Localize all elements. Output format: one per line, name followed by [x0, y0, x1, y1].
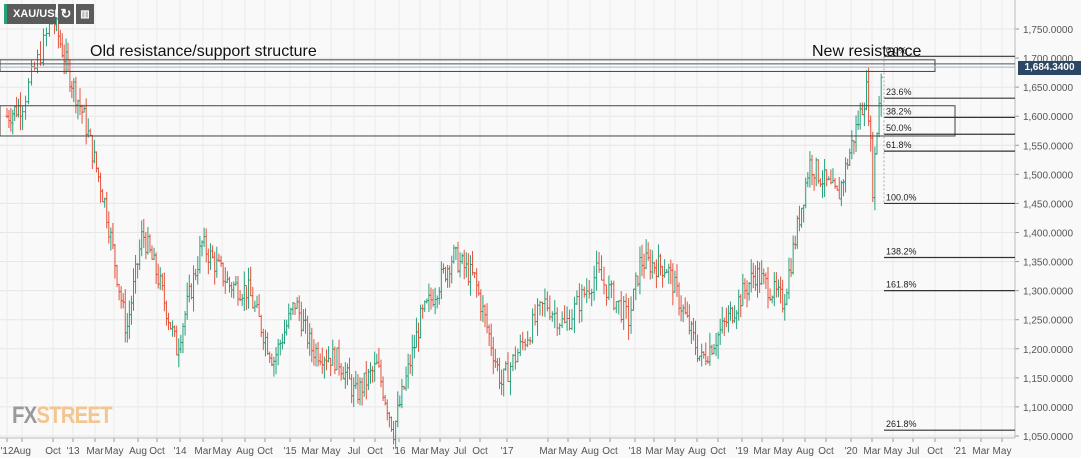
- fib-level-label: 100.0%: [886, 192, 917, 202]
- x-tick-label: May: [213, 446, 232, 457]
- x-tick-label: Mar: [972, 446, 990, 457]
- refresh-icon[interactable]: ↻: [58, 4, 74, 24]
- x-tick-label: Oct: [818, 446, 834, 457]
- fib-level-label: 161.8%: [886, 280, 917, 290]
- x-tick-label: Mar: [411, 446, 429, 457]
- y-tick-label: 1,250.0000: [1023, 316, 1073, 327]
- x-tick-label: Oct: [367, 446, 383, 457]
- fxstreet-logo: FXSTREET: [12, 402, 113, 429]
- x-tick-label: '13: [66, 446, 79, 457]
- annotation-old-resistance: Old resistance/support structure: [90, 43, 317, 60]
- x-tick-label: Mar: [753, 446, 771, 457]
- y-tick-label: 1,050.0000: [1023, 432, 1073, 443]
- x-tick-label: May: [993, 446, 1012, 457]
- x-tick-label: Mar: [86, 446, 104, 457]
- x-tick-label: May: [884, 446, 903, 457]
- x-tick-label: Oct: [257, 446, 273, 457]
- x-tick-label: Jul: [454, 446, 467, 457]
- x-tick-label: Oct: [602, 446, 618, 457]
- fib-level-label: 261.8%: [886, 419, 917, 429]
- x-tick-label: Aug: [581, 446, 599, 457]
- y-tick-label: 1,350.0000: [1023, 258, 1073, 269]
- fib-level-label: 61.8%: [886, 140, 912, 150]
- y-tick-label: 1,650.0000: [1023, 83, 1073, 94]
- x-tick-label: Mar: [539, 446, 557, 457]
- x-tick-label: Aug: [236, 446, 254, 457]
- chart-container[interactable]: 1,750.0000 1,700.0000 1,650.0000 1,600.0000…: [0, 0, 1081, 458]
- x-tick-label: Oct: [45, 446, 61, 457]
- fib-level-label: 23.6%: [886, 87, 912, 97]
- x-tick-label: Aug: [129, 446, 147, 457]
- x-tick-label: Aug: [688, 446, 706, 457]
- fib-level-label: 50.0%: [886, 123, 912, 133]
- x-tick-label: '16: [392, 446, 405, 457]
- x-tick-label: '20: [844, 446, 857, 457]
- last-price-tag: 1,684.3400: [1018, 61, 1081, 75]
- x-tick-label: '17: [500, 446, 513, 457]
- x-tick-label: May: [431, 446, 450, 457]
- price-chart[interactable]: 1,750.00001,700.00001,650.00001,600.0000…: [0, 0, 1081, 458]
- x-tick-label: Aug: [796, 446, 814, 457]
- y-tick-label: 1,600.0000: [1023, 112, 1073, 123]
- y-tick-label: 1,750.0000: [1023, 25, 1073, 36]
- x-tick-label: May: [774, 446, 793, 457]
- y-tick-label: 1,400.0000: [1023, 228, 1073, 239]
- fib-level-label: 138.2%: [886, 246, 917, 256]
- x-tick-label: '15: [283, 446, 296, 457]
- x-tick-label: '12: [0, 446, 13, 457]
- x-tick-label: Mar: [863, 446, 881, 457]
- x-tick-label: Aug: [13, 446, 31, 457]
- y-tick-label: 1,300.0000: [1023, 287, 1073, 298]
- x-tick-label: May: [559, 446, 578, 457]
- x-tick-label: Jul: [907, 446, 920, 457]
- x-tick-label: Oct: [710, 446, 726, 457]
- y-tick-label: 1,500.0000: [1023, 170, 1073, 181]
- x-tick-label: Mar: [301, 446, 319, 457]
- y-tick-label: 1,150.0000: [1023, 374, 1073, 385]
- x-tick-label: '18: [628, 446, 641, 457]
- y-tick-label: 1,550.0000: [1023, 141, 1073, 152]
- x-tick-label: May: [666, 446, 685, 457]
- fib-level-label: 38.2%: [886, 106, 912, 116]
- y-tick-label: 1,200.0000: [1023, 345, 1073, 356]
- x-tick-label: May: [322, 446, 341, 457]
- calendar-icon[interactable]: ▥: [76, 4, 94, 24]
- x-tick-label: Mar: [194, 446, 212, 457]
- x-tick-label: '14: [173, 446, 186, 457]
- annotation-new-resistance: New resistance: [812, 43, 922, 60]
- x-tick-label: Oct: [927, 446, 943, 457]
- x-tick-label: '19: [735, 446, 748, 457]
- x-tick-label: Mar: [645, 446, 663, 457]
- x-tick-label: May: [105, 446, 124, 457]
- x-tick-label: Oct: [472, 446, 488, 457]
- y-tick-label: 1,100.0000: [1023, 403, 1073, 414]
- x-tick-label: Jul: [348, 446, 361, 457]
- y-tick-label: 1,450.0000: [1023, 199, 1073, 210]
- x-tick-label: '21: [953, 446, 966, 457]
- x-tick-label: Oct: [149, 446, 165, 457]
- symbol-label[interactable]: XAU/USD: [4, 4, 63, 24]
